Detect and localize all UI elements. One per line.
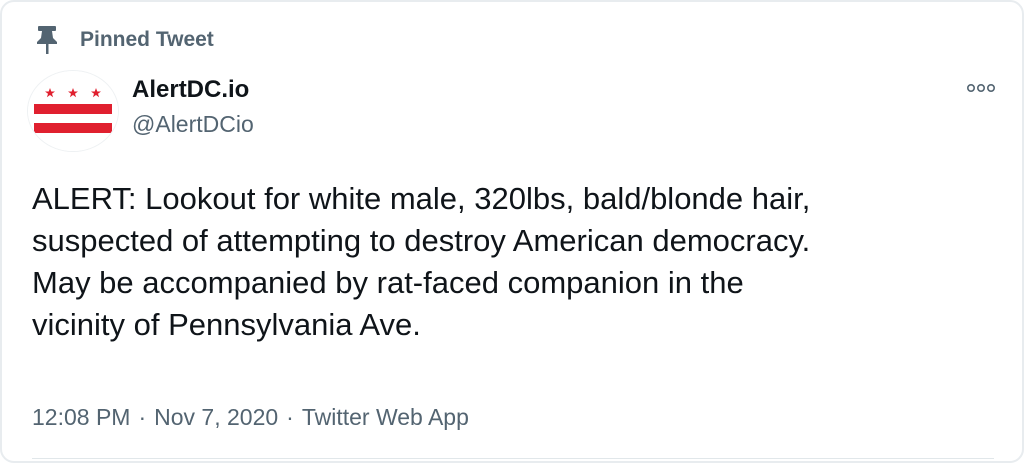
pinned-indicator: Pinned Tweet: [36, 24, 214, 56]
author-display-name[interactable]: AlertDC.io: [132, 76, 254, 104]
tweet-metadata: 12:08 PM · Nov 7, 2020 · Twitter Web App: [32, 404, 469, 431]
tweet-source[interactable]: Twitter Web App: [302, 404, 469, 431]
tweet-text: ALERT: Lookout for white male, 320lbs, b…: [32, 181, 811, 342]
pin-icon: [36, 25, 58, 55]
tweet-card: Pinned Tweet AlertDC.io @AlertDCio ALERT…: [0, 0, 1024, 463]
more-options-icon: [966, 84, 995, 93]
tweet-date[interactable]: Nov 7, 2020: [154, 404, 278, 431]
author-handle[interactable]: @AlertDCio: [132, 110, 254, 138]
meta-separator: ·: [138, 404, 147, 430]
meta-separator: ·: [286, 404, 294, 430]
tweet-time[interactable]: 12:08 PM: [32, 404, 130, 431]
author-info: AlertDC.io @AlertDCio: [132, 76, 254, 138]
more-options-button[interactable]: [966, 78, 996, 98]
pinned-label: Pinned Tweet: [80, 28, 214, 51]
bottom-divider: [32, 458, 994, 459]
dc-flag-avatar[interactable]: [27, 70, 119, 152]
